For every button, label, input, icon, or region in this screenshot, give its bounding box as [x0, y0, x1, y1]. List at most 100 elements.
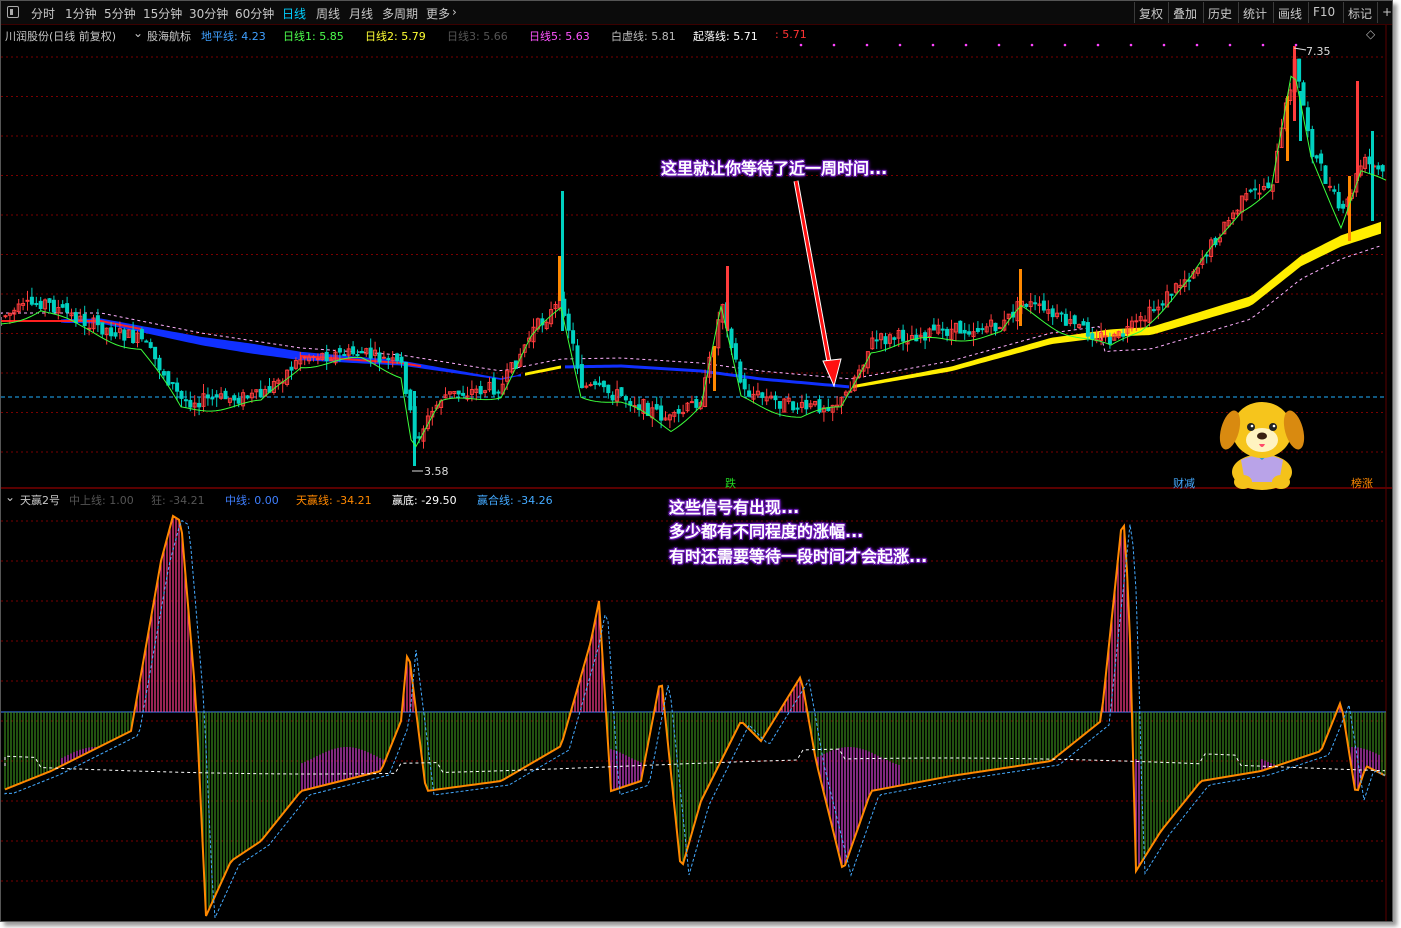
candle-body: [456, 390, 461, 395]
candle-body: [575, 345, 580, 369]
candle-body: [113, 332, 118, 337]
candle-body: [395, 353, 400, 362]
tab-multi-period[interactable]: 多周期: [382, 5, 418, 22]
fuquan-button[interactable]: 复权: [1134, 2, 1167, 23]
tab-weekly[interactable]: 周线: [316, 5, 340, 22]
candle-body: [1257, 192, 1262, 195]
candle-body: [623, 396, 628, 401]
draw-line-button[interactable]: 画线: [1273, 2, 1306, 23]
candle-body: [60, 304, 65, 308]
candle-body: [1090, 333, 1095, 340]
tab-5min[interactable]: 5分钟: [104, 5, 136, 22]
candle-body: [962, 329, 967, 334]
candle-body: [1081, 321, 1086, 326]
candle-body: [945, 328, 950, 336]
signal-dot: [1162, 43, 1166, 47]
tab-monthly[interactable]: 月线: [349, 5, 373, 22]
tab-daily[interactable]: 日线: [282, 5, 306, 22]
circle-chevron-down-icon[interactable]: ⌄: [5, 490, 15, 504]
candle-body: [1143, 319, 1148, 322]
candle-body: [892, 337, 897, 340]
candle-body: [1248, 189, 1253, 192]
period-toolbar: 分时 1分钟 5分钟 15分钟 30分钟 60分钟 日线 周线 月线 多周期 更…: [1, 1, 1392, 25]
high-price-label: 7.35: [1306, 45, 1331, 58]
candle-body: [166, 371, 171, 386]
legend-item: 起落线: 5.71: [693, 30, 758, 43]
main-indicator-name[interactable]: 股海航标: [147, 28, 191, 44]
candle-body: [73, 312, 78, 323]
tab-1min[interactable]: 1分钟: [65, 5, 97, 22]
circle-chevron-down-icon[interactable]: ⌄: [133, 26, 143, 40]
legend-item: 地平线: 4.23: [201, 30, 266, 43]
candle-body: [1024, 303, 1029, 307]
candle-body: [51, 299, 56, 313]
candle-body: [38, 300, 43, 309]
sub-indicator-name[interactable]: 天赢2号: [20, 492, 60, 508]
candle-body: [302, 356, 307, 359]
diamond-scroll-icon[interactable]: ◇: [1366, 27, 1375, 41]
signal-dot: [997, 43, 1001, 47]
tab-15min[interactable]: 15分钟: [143, 5, 182, 22]
signal-dot: [865, 43, 869, 47]
candle-body: [993, 322, 998, 332]
candle-body: [139, 329, 144, 340]
candle-body: [1380, 165, 1385, 172]
chart-canvas[interactable]: [1, 1, 1393, 922]
candle-body: [980, 328, 985, 331]
tab-60min[interactable]: 60分钟: [235, 5, 274, 22]
candle-body: [232, 395, 237, 401]
spike-candle: [726, 266, 729, 331]
candle-body: [496, 391, 501, 394]
candle-body: [65, 303, 70, 313]
candle-body: [144, 340, 149, 343]
candle-body: [153, 346, 158, 360]
low-price-label: 3.58: [424, 465, 449, 478]
signal-dot: [799, 43, 803, 47]
candle-body: [606, 384, 611, 394]
candle-body: [29, 296, 34, 305]
candle-body: [179, 390, 184, 399]
signal-dot: [1096, 43, 1100, 47]
sub-annotation-line-2: 多少都有不同程度的涨幅...: [669, 522, 864, 541]
signal-dot: [1195, 43, 1199, 47]
tab-more[interactable]: 更多: [426, 5, 450, 22]
candle-body: [157, 357, 162, 371]
history-button[interactable]: 历史: [1203, 2, 1236, 23]
legend-item: 狂: -34.21: [151, 494, 205, 507]
mark-button[interactable]: 标记: [1343, 2, 1376, 23]
candle-body: [940, 328, 945, 331]
signal-dot: [898, 43, 902, 47]
candle-body: [403, 361, 408, 394]
candle-body: [747, 390, 752, 397]
candle-body: [923, 332, 928, 341]
tab-fenshi[interactable]: 分时: [31, 5, 55, 22]
f10-button[interactable]: F10: [1308, 2, 1339, 23]
overlay-button[interactable]: 叠加: [1168, 2, 1201, 23]
candle-body: [654, 404, 659, 410]
signal-dot: [964, 43, 968, 47]
tab-30min[interactable]: 30分钟: [189, 5, 228, 22]
chevron-right-icon[interactable]: ›: [452, 5, 457, 19]
candle-body: [1103, 335, 1108, 338]
candle-body: [967, 331, 972, 335]
spike-candle: [1356, 81, 1359, 181]
legend-item: 日线3: 5.66: [447, 30, 508, 43]
candle-body: [188, 399, 193, 408]
candle-body: [1063, 313, 1068, 326]
candle-body: [329, 359, 334, 362]
legend-item: 天赢线: -34.21: [296, 494, 372, 507]
menu-square-icon[interactable]: [7, 6, 19, 18]
stats-button[interactable]: 统计: [1238, 2, 1271, 23]
candle-body: [1160, 303, 1165, 306]
candle-body: [958, 320, 963, 334]
candle-body: [355, 353, 360, 357]
sub-annotation-line-1: 这些信号有出现...: [669, 498, 800, 517]
legend-item: : 5.71: [775, 28, 807, 41]
candle-body: [408, 389, 413, 411]
green-ma-line: [1, 75, 1387, 448]
add-button[interactable]: +: [1377, 2, 1392, 23]
signal-dot: [1063, 43, 1067, 47]
candle-body: [1323, 165, 1328, 184]
candle-body: [315, 358, 320, 361]
candle-body: [729, 328, 734, 349]
